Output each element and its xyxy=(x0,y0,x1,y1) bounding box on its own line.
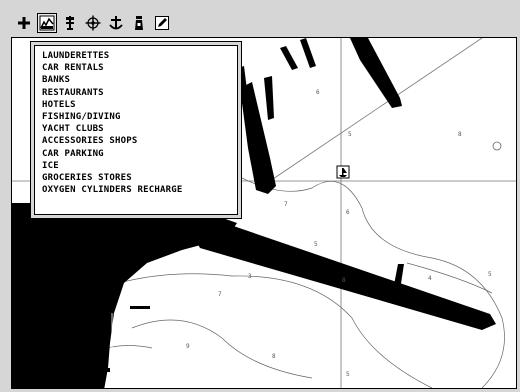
depth-sounding: 5 xyxy=(348,131,352,138)
depth-sounding: 6 xyxy=(346,209,350,216)
compass-icon xyxy=(85,15,101,31)
jetty xyxy=(280,46,298,70)
boat-marker[interactable] xyxy=(336,165,350,179)
menu-item-yacht-clubs[interactable]: YACHT CLUBS xyxy=(42,123,237,135)
toolbar xyxy=(14,12,172,34)
menu-item-hotels[interactable]: HOTELS xyxy=(42,99,237,111)
plus-icon xyxy=(18,17,30,29)
app-frame: 6 8 5 7 6 5 3 7 8 4 5 9 8 5 LAUNDERETTES… xyxy=(0,0,520,392)
facilities-menu: LAUNDERETTES CAR RENTALS BANKS RESTAURAN… xyxy=(30,41,242,219)
depth-sounding: 9 xyxy=(186,343,190,350)
depth-sounding: 5 xyxy=(314,241,318,248)
menu-item-car-parking[interactable]: CAR PARKING xyxy=(42,148,237,160)
depth-sounding: 6 xyxy=(316,89,320,96)
flag-icon xyxy=(66,16,74,30)
depth-sounding: 5 xyxy=(346,371,350,378)
menu-item-restaurants[interactable]: RESTAURANTS xyxy=(42,87,237,99)
depth-sounding: 7 xyxy=(218,291,222,298)
plus-tool-button[interactable] xyxy=(14,13,34,33)
jetty xyxy=(264,76,274,120)
pencil-icon xyxy=(155,16,169,30)
menu-item-oxygen-cylinders-recharge[interactable]: OXYGEN CYLINDERS RECHARGE xyxy=(42,184,237,196)
anchor-icon xyxy=(109,16,123,30)
depth-contour xyxy=(406,262,493,294)
menu-item-fishing-diving[interactable]: FISHING/DIVING xyxy=(42,111,237,123)
menu-item-banks[interactable]: BANKS xyxy=(42,74,237,86)
lighthouse-icon xyxy=(135,16,143,30)
menu-item-groceries-stores[interactable]: GROCERIES STORES xyxy=(42,172,237,184)
flag-tool-button[interactable] xyxy=(60,13,80,33)
jetty xyxy=(300,38,316,68)
menu-item-car-rentals[interactable]: CAR RENTALS xyxy=(42,62,237,74)
facilities-menu-list: LAUNDERETTES CAR RENTALS BANKS RESTAURAN… xyxy=(34,45,238,215)
depth-sounding: 8 xyxy=(458,131,462,138)
depth-sounding: 8 xyxy=(272,353,276,360)
chart-icon xyxy=(39,15,55,31)
depth-sounding: 3 xyxy=(248,273,252,280)
coast-detail xyxy=(98,368,110,372)
compass-tool-button[interactable] xyxy=(83,13,103,33)
menu-item-launderettes[interactable]: LAUNDERETTES xyxy=(42,50,237,62)
depth-sounding: 4 xyxy=(428,275,432,282)
pencil-tool-button[interactable] xyxy=(152,13,172,33)
rock-symbol xyxy=(492,141,502,151)
menu-item-ice[interactable]: ICE xyxy=(42,160,237,172)
menu-item-accessories-shops[interactable]: ACCESSORIES SHOPS xyxy=(42,135,237,147)
breakwater xyxy=(182,216,496,330)
lighthouse-tool-button[interactable] xyxy=(129,13,149,33)
anchor-tool-button[interactable] xyxy=(106,13,126,33)
jetty xyxy=(350,38,402,108)
chart-tool-button[interactable] xyxy=(37,13,57,33)
depth-sounding: 7 xyxy=(284,201,288,208)
depth-sounding: 8 xyxy=(342,277,346,284)
depth-sounding: 5 xyxy=(488,271,492,278)
depth-contour xyxy=(131,319,313,379)
coast-detail xyxy=(130,306,150,309)
